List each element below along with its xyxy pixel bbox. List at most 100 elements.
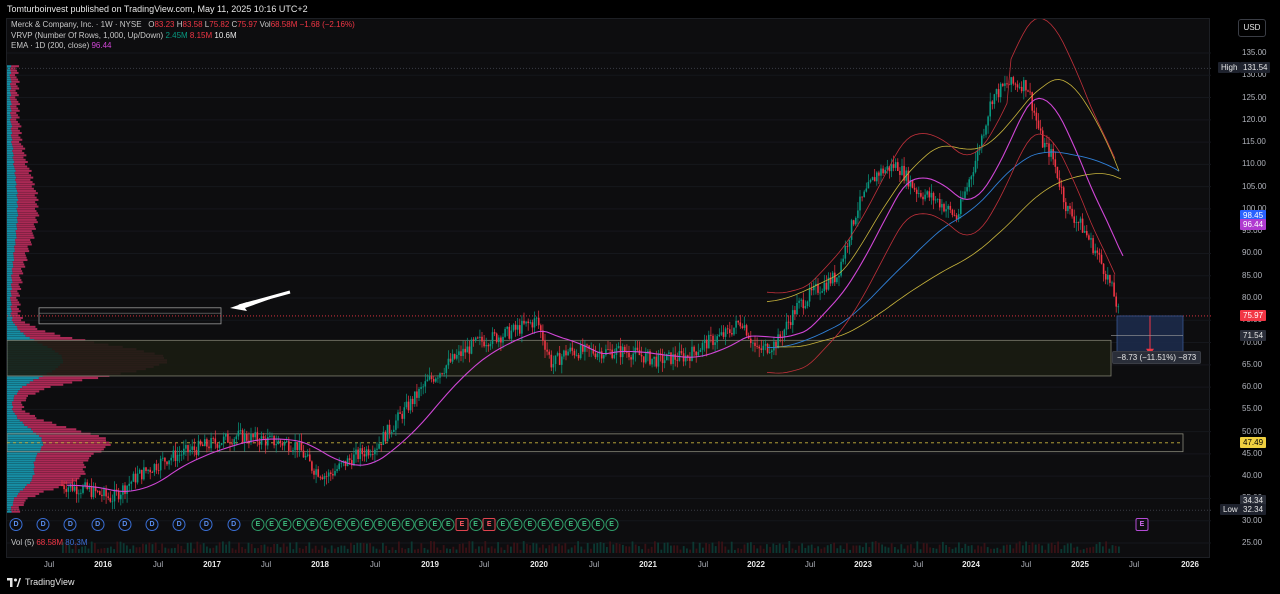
dividend-event-icon[interactable]: D <box>36 518 50 531</box>
volume-bar <box>369 543 371 553</box>
time-axis[interactable]: Jul 2016 Jul 2017 Jul 2018 Jul 2019 Jul 2020 Jul 20… <box>6 558 1210 572</box>
dividend-event-icon[interactable]: D <box>145 518 159 531</box>
candle-body <box>953 214 956 216</box>
candle-body <box>876 172 878 182</box>
earnings-event-icon[interactable]: E <box>401 518 415 531</box>
dividend-event-icon[interactable]: D <box>227 518 241 531</box>
earnings-event-icon[interactable]: E <box>509 518 523 531</box>
vrvp-up-bar <box>7 392 17 395</box>
volume-bar <box>798 545 800 553</box>
vrvp-down-bar <box>12 279 22 282</box>
earnings-event-icon[interactable]: E <box>550 518 564 531</box>
volume-bar <box>506 544 509 553</box>
price-axis[interactable]: 135.00 130.00 125.00 120.00 115.00 110.00 105.… <box>1210 40 1280 547</box>
volume-bar <box>618 543 621 553</box>
candle-body <box>787 321 790 323</box>
candle-body <box>155 464 158 471</box>
vrvp-down-bar <box>10 76 17 79</box>
symbol-legend-row[interactable]: Merck & Company, Inc. · 1W · NYSE O83.23… <box>11 20 355 31</box>
earnings-event-icon[interactable]: E <box>591 518 605 531</box>
earnings-event-icon[interactable]: E <box>537 518 551 531</box>
vrvp-down-bar <box>13 252 25 255</box>
currency-button[interactable]: USD <box>1238 19 1266 37</box>
candle-body <box>477 337 479 339</box>
earnings-event-icon[interactable]: E <box>482 518 496 531</box>
dividend-event-icon[interactable]: D <box>172 518 186 531</box>
earnings-event-icon[interactable]: E <box>305 518 319 531</box>
earnings-event-icon[interactable]: E <box>333 518 347 531</box>
candle-body <box>380 443 382 445</box>
vrvp-legend-row[interactable]: VRVP (Number Of Rows, 1,000, Up/Down) 2.… <box>11 31 355 42</box>
vrvp-down-bar <box>11 80 20 83</box>
vrvp-down-bar <box>23 488 54 491</box>
earnings-event-icon[interactable]: E <box>455 518 469 531</box>
candle-body <box>785 321 788 330</box>
vrvp-label[interactable]: VRVP (Number Of Rows, 1,000, Up/Down) <box>11 31 163 40</box>
vrvp-down-bar <box>18 390 40 393</box>
volume-bar <box>577 541 579 553</box>
earnings-event-icon[interactable]: E <box>577 518 591 531</box>
earnings-event-icon[interactable]: E <box>265 518 279 531</box>
volume-bar <box>295 542 298 553</box>
candle-body <box>823 282 826 292</box>
earnings-event-icon[interactable]: E <box>251 518 265 531</box>
earnings-event-icon[interactable]: E <box>292 518 306 531</box>
vrvp-down-bar <box>10 100 19 103</box>
dividend-event-icon[interactable]: D <box>63 518 77 531</box>
vrvp-up-bar <box>7 410 14 413</box>
earnings-event-icon[interactable]: E <box>496 518 510 531</box>
symbol-name[interactable]: Merck & Company, Inc. · 1W · NYSE <box>11 20 142 29</box>
candle-body <box>670 352 672 364</box>
volume-bar <box>945 545 947 553</box>
open-value: 83.23 <box>154 20 175 29</box>
earnings-event-icon[interactable]: E <box>564 518 578 531</box>
dividend-event-icon[interactable]: D <box>91 518 105 531</box>
chart-pane[interactable] <box>6 17 1211 559</box>
earnings-event-icon[interactable]: E <box>441 518 455 531</box>
vrvp-up-bar <box>7 185 16 188</box>
earnings-event-icon[interactable]: E <box>278 518 292 531</box>
earnings-event-icon[interactable]: E <box>360 518 374 531</box>
volume-bar <box>487 547 490 553</box>
volume-bar <box>110 546 112 553</box>
volume-legend[interactable]: Vol (5) 68.58M 80.3M <box>11 538 88 547</box>
earnings-event-icon[interactable]: E <box>428 518 442 531</box>
dividend-event-icon[interactable]: D <box>199 518 213 531</box>
volume-bar <box>897 549 899 553</box>
candle-body <box>869 180 872 182</box>
ema-label[interactable]: EMA · 1D (200, close) <box>11 41 89 50</box>
volume-bar <box>609 541 611 553</box>
vrvp-down-bar <box>10 290 18 293</box>
candle-body <box>605 349 607 356</box>
volume-bar <box>1009 544 1011 553</box>
candle-body <box>430 376 433 379</box>
earnings-event-icon[interactable]: E <box>523 518 537 531</box>
candle-body <box>897 162 899 171</box>
candle-body <box>783 329 786 338</box>
upcoming-earnings-icon[interactable]: E <box>1135 518 1149 531</box>
volume-bar <box>1079 549 1082 553</box>
tradingview-brand[interactable]: TradingView <box>7 577 75 587</box>
candle-body <box>718 334 721 337</box>
vrvp-down-bar <box>32 430 82 433</box>
price-chart-canvas[interactable] <box>6 17 1211 559</box>
earnings-event-icon[interactable]: E <box>414 518 428 531</box>
candle-body <box>729 329 731 334</box>
earnings-event-icon[interactable]: E <box>605 518 619 531</box>
candle-body <box>277 440 280 445</box>
candle-body <box>794 310 796 315</box>
earnings-event-icon[interactable]: E <box>319 518 333 531</box>
ema-legend-row[interactable]: EMA · 1D (200, close) 96.44 <box>11 41 355 52</box>
earnings-event-icon[interactable]: E <box>346 518 360 531</box>
vrvp-up-bar <box>7 463 35 466</box>
candle-body <box>495 333 498 343</box>
dividend-event-icon[interactable]: D <box>118 518 132 531</box>
earnings-event-icon[interactable]: E <box>469 518 483 531</box>
dividend-event-icon[interactable]: D <box>9 518 23 531</box>
candle-body <box>302 450 305 458</box>
volume-bar <box>362 543 365 553</box>
candle-body <box>243 434 246 443</box>
vrvp-up-bar <box>7 426 28 429</box>
earnings-event-icon[interactable]: E <box>387 518 401 531</box>
earnings-event-icon[interactable]: E <box>373 518 387 531</box>
